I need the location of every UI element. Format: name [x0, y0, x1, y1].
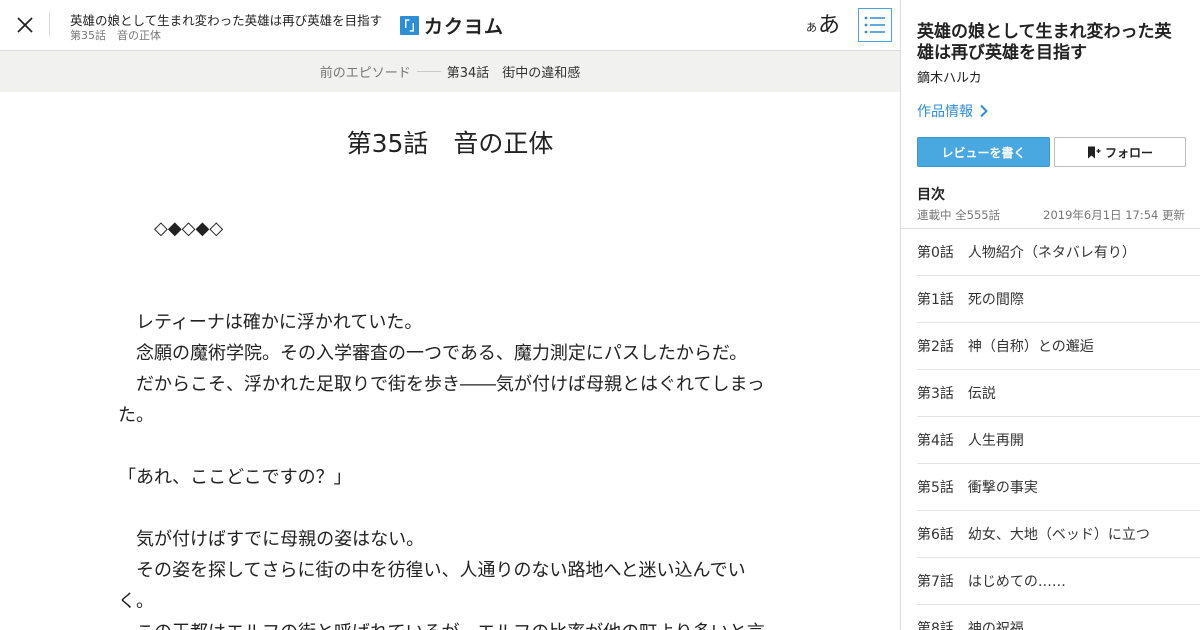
font-size-button[interactable]: あ あ — [806, 9, 840, 39]
write-review-button[interactable]: レビューを書く — [917, 137, 1050, 167]
previous-episode-separator — [416, 71, 441, 72]
serialization-status: 連載中 全555話 — [917, 208, 1001, 222]
write-review-label: レビューを書く — [941, 145, 1026, 160]
current-episode-label: 第35話 音の正体 — [70, 29, 161, 42]
close-icon — [17, 17, 33, 33]
toc-item[interactable]: 第6話 幼女、大地（ベッド）に立つ — [917, 511, 1200, 558]
toc-item[interactable]: 第0話 人物紹介（ネタバレ有り） — [917, 229, 1200, 276]
previous-episode-label: 前のエピソード — [319, 66, 411, 81]
toc-item[interactable]: 第3話 伝説 — [917, 370, 1200, 417]
toc-item[interactable]: 第8話 神の祝福 — [917, 605, 1200, 630]
toc-toggle-button[interactable] — [858, 8, 892, 42]
bookmark-plus-icon — [1087, 146, 1101, 158]
sidebar-author[interactable]: 鏑木ハルカ — [917, 67, 982, 86]
previous-episode-bar[interactable]: 前のエピソード 第34話 街中の違和感 — [0, 51, 900, 92]
episode-sidebar: 英雄の娘として生まれ変わった英雄は再び英雄を目指す 鏑木ハルカ 作品情報 レビュ… — [900, 0, 1200, 630]
body-line: 念願の魔術学院。その入学審査の一つである、魔力測定にパスしたからだ。 — [118, 343, 748, 364]
work-info-link[interactable]: 作品情報 — [917, 101, 988, 121]
logo-mark-icon: 「」 — [398, 15, 422, 35]
font-size-small-glyph: あ — [806, 21, 817, 34]
body-line: 「あれ、ここどこですの？」 — [118, 467, 352, 488]
follow-button[interactable]: フォロー — [1054, 137, 1186, 167]
reader-header: 英雄の娘として生まれ変わった英雄は再び英雄を目指す 第35話 音の正体 「」 カ… — [0, 0, 900, 51]
body-line: た。 — [118, 405, 154, 426]
follow-label: フォロー — [1104, 145, 1153, 160]
last-updated: 2019年6月1日 17:54 更新 — [1043, 208, 1185, 222]
kakuyomu-logo[interactable]: 「」 カクヨム — [398, 13, 505, 38]
toc-item[interactable]: 第2話 神（自称）との邂逅 — [917, 323, 1200, 370]
toc-item[interactable]: 第5話 衝撃の事実 — [917, 464, 1200, 511]
list-icon — [864, 16, 885, 34]
toc-item[interactable]: 第7話 はじめての…… — [917, 558, 1200, 605]
toc-item[interactable]: 第4話 人生再開 — [917, 417, 1200, 464]
body-line: レティーナは確かに浮かれていた。 — [118, 312, 423, 333]
reader-main: 英雄の娘として生まれ変わった英雄は再び英雄を目指す 第35話 音の正体 「」 カ… — [0, 0, 900, 630]
body-line: その姿を探してさらに街の中を彷徨い、人通りのない路地へと迷い込んでい — [118, 560, 746, 581]
header-divider — [49, 12, 50, 36]
body-line: ◇◆◇◆◇ — [118, 218, 224, 239]
sidebar-work-title[interactable]: 英雄の娘として生まれ変わった英雄は再び英雄を目指す — [917, 22, 1187, 64]
episode-title: 第35話 音の正体 — [346, 129, 554, 158]
close-button[interactable] — [10, 10, 40, 40]
toc-list: 第0話 人物紹介（ネタバレ有り） 第1話 死の間際 第2話 神（自称）との邂逅 … — [917, 229, 1200, 630]
previous-episode-title[interactable]: 第34話 街中の違和感 — [447, 62, 581, 81]
chevron-right-icon — [980, 104, 988, 118]
body-line: く。 — [118, 591, 154, 612]
toc-item[interactable]: 第1話 死の間際 — [917, 276, 1200, 323]
body-line: この王都はエルフの街と呼ばれているが、エルフの比率が他の町より多いと言 — [118, 621, 765, 630]
body-line: だからこそ、浮かれた足取りで街を歩き――気が付けば母親とはぐれてしまっ — [118, 374, 765, 395]
work-info-label: 作品情報 — [917, 104, 973, 120]
body-line: 気が付けばすでに母親の姿はない。 — [118, 529, 425, 550]
logo-text: カクヨム — [424, 15, 505, 38]
toc-heading: 目次 — [917, 187, 945, 203]
font-size-large-glyph: あ — [818, 13, 841, 38]
